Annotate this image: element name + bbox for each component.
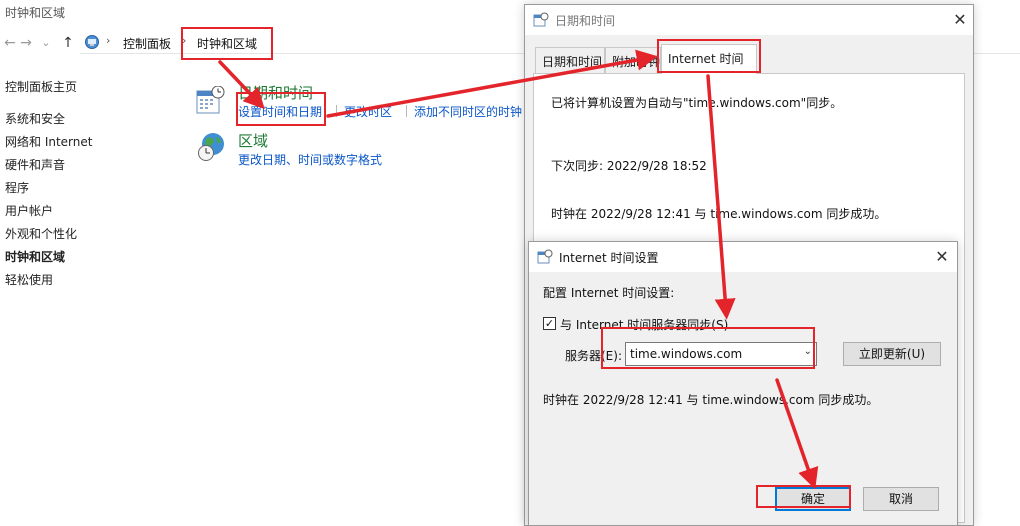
tab-internet-time[interactable]: Internet 时间 (661, 44, 757, 74)
close-button[interactable]: ✕ (931, 246, 953, 268)
server-label: 服务器(E): (565, 349, 622, 363)
calendar-clock-icon (196, 86, 225, 114)
sidebar-item-ease-of-access[interactable]: 轻松使用 (5, 271, 53, 288)
server-combobox[interactable]: time.windows.com ⌄ (625, 342, 817, 366)
sidebar-item-home[interactable]: 控制面板主页 (5, 78, 77, 95)
category-title-date-time[interactable]: 日期和时间 (238, 82, 313, 103)
forward-button[interactable]: → (18, 33, 34, 53)
date-time-icon (533, 12, 549, 27)
auto-sync-text: 已将计算机设置为自动与"time.windows.com"同步。 (551, 96, 843, 110)
sidebar-item-user-accounts[interactable]: 用户帐户 (5, 202, 53, 219)
up-arrow-icon: ↑ (62, 35, 74, 51)
dialog-title: Internet 时间设置 (559, 251, 659, 265)
ok-button[interactable]: 确定 (775, 487, 851, 511)
sync-checkbox-label[interactable]: 与 Internet 时间服务器同步(S) (560, 316, 728, 333)
sync-checkbox[interactable]: ✓ (543, 317, 556, 330)
update-now-button[interactable]: 立即更新(U) (843, 342, 941, 366)
link-set-time-date[interactable]: 设置时间和日期 (238, 103, 322, 120)
dialog-titlebar: 日期和时间 ✕ (525, 5, 973, 35)
tab-additional-clocks[interactable]: 附加时钟 (605, 47, 661, 73)
cancel-button[interactable]: 取消 (863, 487, 939, 511)
config-heading: 配置 Internet 时间设置: (543, 286, 675, 300)
sidebar-item-appearance[interactable]: 外观和个性化 (5, 225, 77, 242)
link-change-time-zone[interactable]: 更改时区 (344, 103, 392, 120)
sync-status-text: 时钟在 2022/9/28 12:41 与 time.windows.com 同… (543, 393, 879, 407)
chevron-down-icon[interactable]: ⌄ (804, 346, 812, 357)
back-button[interactable]: ← (2, 33, 18, 53)
chevron-down-icon: ⌄ (41, 36, 51, 49)
last-sync-text: 时钟在 2022/9/28 12:41 与 time.windows.com 同… (551, 207, 887, 221)
breadcrumb-control-panel[interactable]: 控制面板 (123, 35, 171, 52)
close-icon: ✕ (935, 247, 949, 266)
link-change-formats[interactable]: 更改日期、时间或数字格式 (238, 151, 382, 168)
link-divider (336, 105, 337, 117)
back-arrow-icon: ← (4, 35, 16, 51)
breadcrumb-separator: › (106, 34, 111, 47)
breadcrumb-separator: › (182, 34, 187, 47)
forward-arrow-icon: → (20, 35, 32, 51)
sidebar-item-network[interactable]: 网络和 Internet (5, 133, 92, 150)
next-sync-text: 下次同步: 2022/9/28 18:52 (551, 159, 707, 173)
internet-time-settings-dialog: Internet 时间设置 ✕ 配置 Internet 时间设置: ✓ 与 In… (528, 241, 958, 526)
sidebar-item-programs[interactable]: 程序 (5, 179, 29, 196)
sidebar-item-clock-region[interactable]: 时钟和区域 (5, 248, 65, 265)
dialog-title: 日期和时间 (555, 14, 616, 28)
dialog-titlebar: Internet 时间设置 ✕ (529, 242, 957, 272)
close-button[interactable]: ✕ (949, 9, 971, 31)
breadcrumb-clock-region[interactable]: 时钟和区域 (197, 35, 257, 52)
link-divider (406, 105, 407, 117)
sidebar-item-hardware[interactable]: 硬件和声音 (5, 156, 65, 173)
server-value: time.windows.com (630, 347, 743, 361)
recent-locations-button[interactable]: ⌄ (38, 33, 54, 53)
tab-date-time[interactable]: 日期和时间 (535, 47, 605, 73)
checkmark-icon: ✓ (544, 317, 555, 330)
sidebar-item-system-security[interactable]: 系统和安全 (5, 110, 65, 127)
window-title: 时钟和区域 (5, 6, 66, 20)
control-panel-icon (85, 35, 99, 49)
date-time-icon (537, 249, 553, 264)
up-button[interactable]: ↑ (60, 33, 76, 53)
close-icon: ✕ (953, 10, 967, 29)
globe-clock-icon (198, 133, 224, 161)
category-title-region[interactable]: 区域 (238, 130, 268, 151)
link-add-clocks[interactable]: 添加不同时区的时钟 (414, 103, 522, 120)
